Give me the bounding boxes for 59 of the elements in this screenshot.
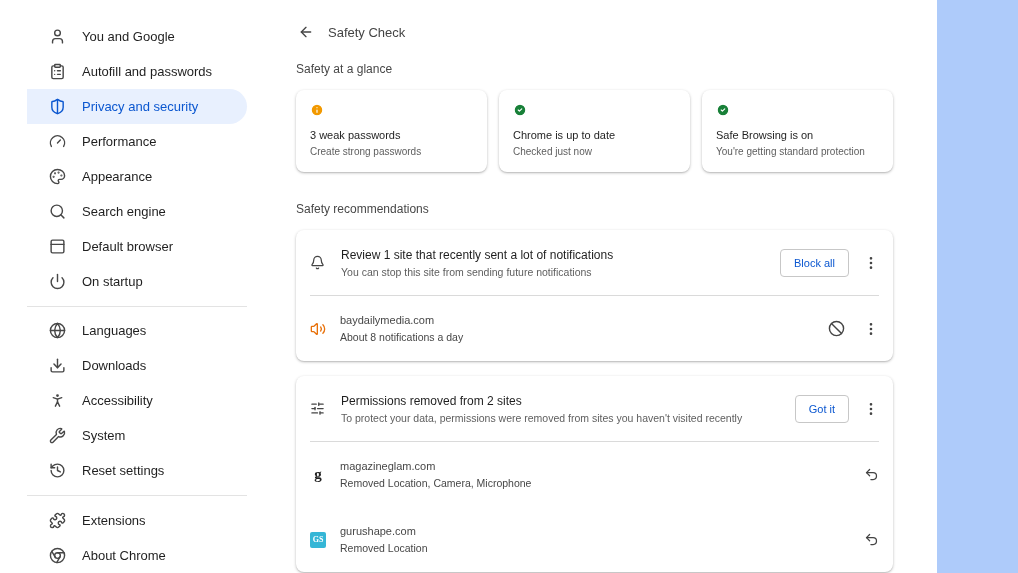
history-icon: [49, 462, 66, 480]
card-title: Safe Browsing is on: [716, 129, 815, 141]
sidebar-item[interactable]: Privacy and security: [27, 88, 247, 124]
sidebar-item[interactable]: Appearance: [27, 158, 247, 194]
sidebar-item[interactable]: Downloads: [27, 348, 247, 384]
sidebar-item[interactable]: Languages: [27, 313, 247, 349]
sidebar-item[interactable]: You and Google: [27, 19, 247, 54]
sidebar-item[interactable]: Default browser: [27, 228, 247, 264]
undo-icon[interactable]: [864, 467, 879, 482]
palette-icon: [49, 167, 66, 185]
puzzle-icon: [49, 512, 66, 530]
section-heading: Safety at a glance: [296, 62, 394, 76]
sidebar-item[interactable]: Accessibility: [27, 383, 247, 419]
sidebar-item[interactable]: Autofill and passwords: [27, 53, 247, 89]
site-favicon: GS: [310, 531, 326, 548]
gauge-icon: [49, 132, 66, 150]
card-subtitle: You're getting standard protection: [716, 146, 866, 157]
undo-icon[interactable]: [864, 532, 879, 547]
recommendation-subtitle: To protect your data, permissions were removed from sites you haven't visited recently: [341, 411, 744, 424]
bell-icon: [310, 255, 325, 270]
recommendation-title: Permissions removed from 2 sites: [341, 393, 523, 408]
sidebar-item[interactable]: Reset settings: [27, 453, 247, 489]
card-subtitle: Checked just now: [513, 146, 593, 157]
person-icon: [49, 27, 66, 45]
action-button[interactable]: Block all: [780, 248, 849, 277]
site-favicon: g: [313, 466, 323, 483]
action-button[interactable]: Got it: [794, 394, 849, 423]
back-button[interactable]: [298, 24, 314, 40]
block-icon[interactable]: [828, 320, 845, 337]
power-icon: [49, 272, 66, 290]
card-subtitle: Create strong passwords: [310, 146, 423, 157]
recommendation-subtitle: You can stop this site from sending future notifications: [341, 265, 593, 278]
download-icon: [49, 357, 66, 375]
site-name: gurushape.com: [340, 525, 417, 537]
chrome-icon: [49, 547, 66, 565]
globe-icon: [49, 322, 66, 340]
recommendation-title: Review 1 site that recently sent a lot of notifications: [341, 247, 615, 262]
site-detail: Removed Location, Camera, Microphone: [340, 477, 533, 489]
section-heading: Safety recommendations: [296, 202, 430, 216]
sliders-icon: [310, 401, 325, 416]
speaker-icon: [310, 320, 326, 337]
site-name: baydailymedia.com: [340, 314, 436, 326]
site-detail: Removed Location: [340, 542, 429, 554]
clipboard-icon: [49, 62, 66, 80]
card-title: Chrome is up to date: [513, 129, 617, 141]
sidebar-item[interactable]: System: [27, 418, 247, 454]
wrench-icon: [49, 427, 66, 445]
sidebar-item[interactable]: On startup: [27, 263, 247, 299]
shield-icon: [49, 97, 66, 115]
browser-window-icon: [49, 237, 66, 255]
card-title: 3 weak passwords: [310, 129, 402, 141]
site-detail: About 8 notifications a day: [340, 331, 465, 343]
sidebar-item[interactable]: Search engine: [27, 193, 247, 229]
sidebar-item[interactable]: Performance: [27, 123, 247, 159]
sidebar-item[interactable]: Extensions: [27, 503, 247, 539]
site-name: magazineglam.com: [340, 460, 437, 472]
sidebar-item[interactable]: About Chrome: [27, 538, 247, 573]
search-icon: [49, 202, 66, 220]
page-title: Safety Check: [328, 24, 406, 40]
